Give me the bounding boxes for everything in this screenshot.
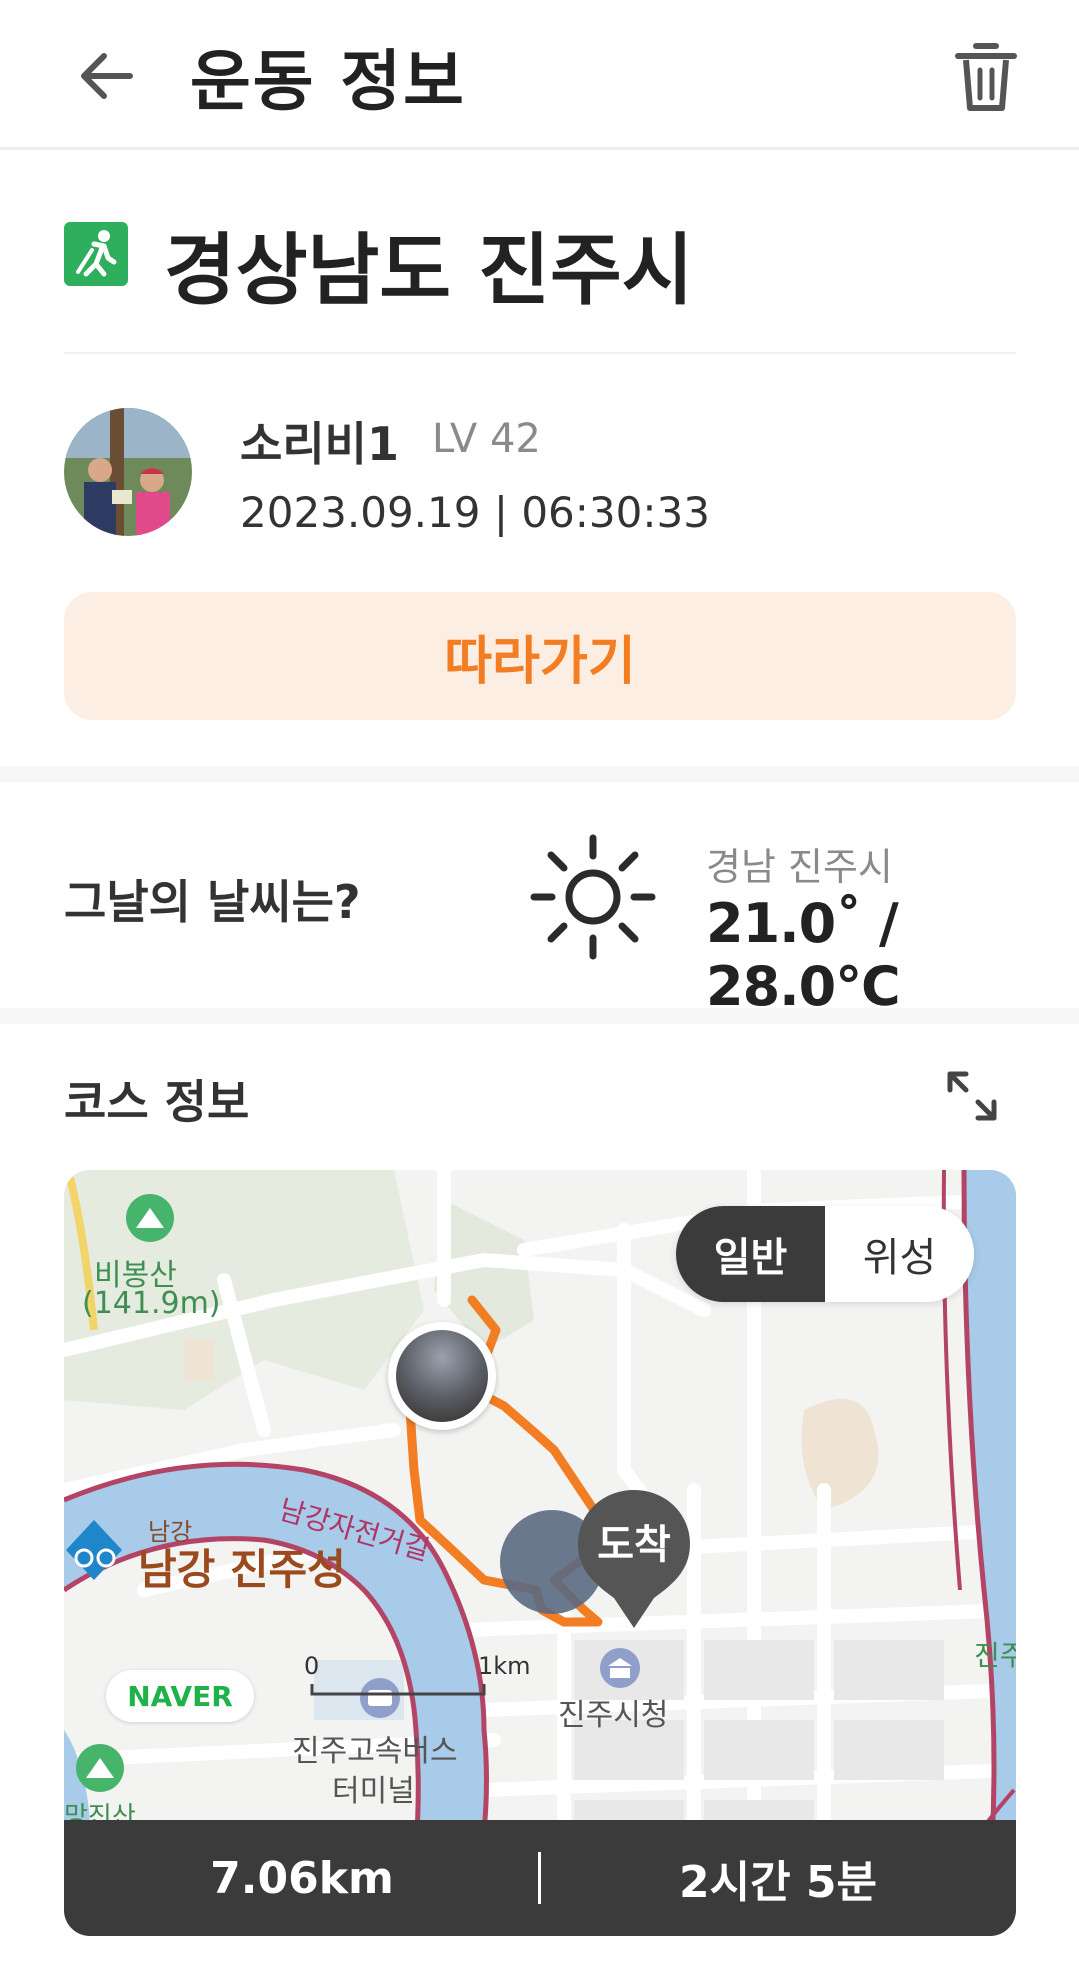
workout-datetime: 2023.09.19 | 06:30:33	[240, 488, 710, 537]
arrive-marker[interactable]: 도착	[574, 1486, 694, 1636]
naver-logo: NAVER	[106, 1670, 254, 1722]
map-label-city-hall: 진주시청	[558, 1698, 669, 1733]
hiking-icon	[64, 222, 128, 286]
arrive-label: 도착	[597, 1522, 671, 1568]
map-label-mountain-height: (141.9m)	[82, 1286, 221, 1321]
map-scale-start: 0	[304, 1652, 320, 1680]
avatar[interactable]	[64, 408, 192, 536]
photo-thumbnail	[396, 1330, 488, 1422]
divider	[64, 352, 1016, 354]
trash-icon[interactable]	[950, 38, 1022, 116]
follow-button[interactable]: 따라가기	[64, 592, 1016, 720]
section-divider	[0, 1008, 1079, 1024]
section-divider	[0, 766, 1079, 782]
map-scale-end: 1km	[478, 1652, 531, 1680]
course-label: 코스 정보	[64, 1075, 250, 1129]
back-arrow-icon[interactable]	[72, 40, 144, 112]
course-distance: 7.06km	[210, 1852, 394, 1904]
user-level: LV 42	[432, 416, 541, 462]
map-label-bus-terminal-2: 터미널	[332, 1774, 415, 1809]
course-stats-bar: 7.06km 2시간 5분	[64, 1820, 1016, 1936]
location-title: 경상남도 진주시	[164, 226, 694, 316]
weather-temperature: 21.0˚ / 28.0℃	[706, 892, 901, 1018]
photo-marker[interactable]	[388, 1322, 496, 1430]
page-title: 운동 정보	[190, 43, 466, 120]
map-type-toggle: 일반 위성	[676, 1206, 974, 1302]
expand-icon[interactable]	[944, 1068, 1000, 1124]
map-label-castle: 남강 진주성	[138, 1545, 346, 1594]
weather-label: 그날의 날씨는?	[64, 875, 361, 929]
stats-separator	[538, 1852, 541, 1904]
location-header: 경상남도 진주시	[64, 200, 1016, 316]
user-name[interactable]: 소리비1	[240, 408, 399, 474]
weather-region: 경남 진주시	[706, 845, 893, 889]
course-map[interactable]: 비봉산 (141.9m) 남강 남강 진주성 남강자전거길 진주시청 진주고속버…	[64, 1170, 1016, 1936]
map-toggle-normal[interactable]: 일반	[676, 1206, 825, 1302]
top-bar: 운동 정보	[0, 0, 1079, 150]
map-toggle-satellite[interactable]: 위성	[825, 1206, 974, 1302]
map-label-right-edge: 진주	[974, 1639, 1016, 1672]
sun-icon	[528, 832, 658, 962]
course-duration: 2시간 5분	[679, 1857, 877, 1908]
map-label-bus-terminal: 진주고속버스	[292, 1734, 458, 1769]
